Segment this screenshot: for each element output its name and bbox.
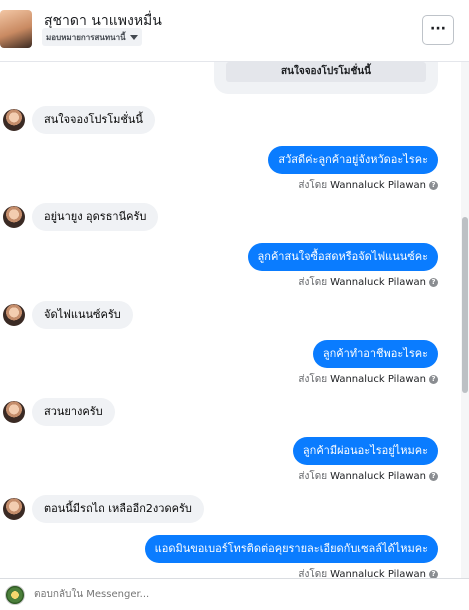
incoming-bubble[interactable]: อยู่นายูง อุดรธานีครับ — [32, 203, 159, 231]
promo-card: สนใจจองโปรโมชั่นนี้ — [214, 62, 438, 94]
sent-by-prefix: ส่งโดย — [298, 276, 328, 288]
sent-by-prefix: ส่งโดย — [298, 470, 328, 482]
promo-card-button[interactable]: สนใจจองโปรโมชั่นนี้ — [226, 62, 426, 82]
help-icon[interactable]: ? — [429, 374, 438, 384]
incoming-bubble[interactable]: ตอนนี้มีรถไถ เหลืออีก2งวดครับ — [32, 495, 204, 523]
sent-by-agent: Wannaluck Pilawan — [330, 179, 426, 191]
sent-by-prefix: ส่งโดย — [298, 179, 328, 191]
sent-by-agent: Wannaluck Pilawan — [330, 276, 426, 288]
more-options-button[interactable]: ··· — [422, 15, 454, 45]
sent-by-label: ส่งโดย Wannaluck Pilawan ? — [298, 275, 438, 289]
sent-by-agent: Wannaluck Pilawan — [330, 568, 426, 579]
outgoing-bubble[interactable]: ลูกค้ามีผ่อนอะไรอยู่ไหมคะ — [292, 437, 438, 465]
contact-avatar[interactable] — [0, 10, 32, 48]
help-icon[interactable]: ? — [429, 569, 438, 578]
reply-input[interactable] — [34, 586, 454, 604]
contact-avatar-small — [3, 401, 25, 423]
reply-composer — [0, 578, 469, 610]
help-icon[interactable]: ? — [429, 180, 438, 190]
contact-avatar-small — [3, 304, 25, 326]
outgoing-bubble[interactable]: ลูกค้าทำอาชีพอะไรคะ — [312, 340, 438, 368]
conversation-header: สุชาดา นาแพงหมื่น มอบหมายการสนทนานี้ ··· — [0, 0, 469, 62]
incoming-bubble[interactable]: สนใจจองโปรโมชั่นนี้ — [32, 106, 155, 134]
help-icon[interactable]: ? — [429, 277, 438, 287]
contact-avatar-small — [3, 498, 25, 520]
assign-label: มอบหมายการสนทนานี้ — [46, 32, 126, 42]
sent-by-prefix: ส่งโดย — [298, 373, 328, 385]
outgoing-bubble[interactable]: ลูกค้าสนใจซื้อสดหรือจัดไฟแนนซ์คะ — [247, 243, 438, 271]
sent-by-label: ส่งโดย Wannaluck Pilawan ? — [298, 469, 438, 483]
help-icon[interactable]: ? — [429, 471, 438, 481]
incoming-bubble[interactable]: จัดไฟแนนซ์ครับ — [32, 301, 133, 329]
chevron-down-icon — [129, 34, 138, 40]
outgoing-bubble[interactable]: แอดมินขอเบอร์โทรติดต่อคุยรายละเอียดกับเซ… — [144, 535, 438, 563]
sent-by-label: ส่งโดย Wannaluck Pilawan ? — [298, 178, 438, 192]
assign-conversation-dropdown[interactable]: มอบหมายการสนทนานี้ — [42, 28, 142, 46]
thread-scrollbar[interactable] — [461, 62, 469, 578]
sent-by-agent: Wannaluck Pilawan — [330, 470, 426, 482]
contact-avatar-small — [3, 109, 25, 131]
sent-by-label: ส่งโดย Wannaluck Pilawan ? — [298, 372, 438, 386]
page-avatar — [5, 585, 25, 605]
contact-avatar-small — [3, 206, 25, 228]
outgoing-bubble[interactable]: สวัสดีค่ะลูกค้าอยู่จังหวัดอะไรคะ — [268, 146, 438, 174]
sent-by-label: ส่งโดย Wannaluck Pilawan ? — [298, 567, 438, 578]
sent-by-prefix: ส่งโดย — [298, 568, 328, 579]
sent-by-agent: Wannaluck Pilawan — [330, 373, 426, 385]
incoming-bubble[interactable]: สวนยางครับ — [32, 398, 115, 426]
message-thread[interactable]: สนใจจองโปรโมชั่นนี้ สนใจจองโปรโมชั่นนี้ … — [0, 62, 461, 578]
scrollbar-thumb[interactable] — [462, 217, 468, 393]
